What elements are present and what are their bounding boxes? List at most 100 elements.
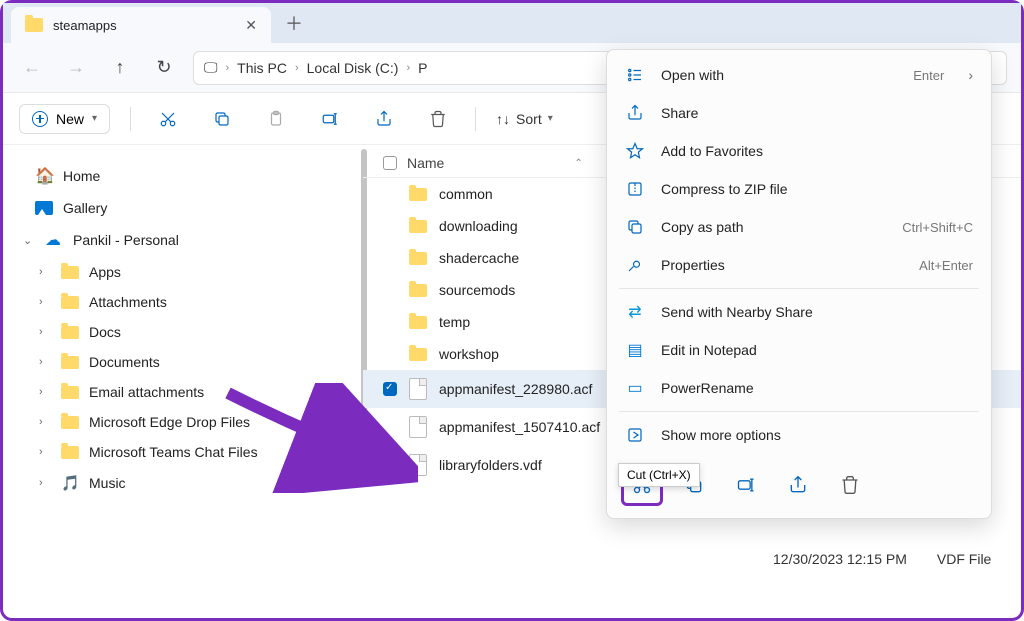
chevron-right-icon: › — [226, 62, 230, 74]
ctx-shortcut: Ctrl+Shift+C — [902, 220, 973, 235]
sidebar-item-apps[interactable]: › Apps — [11, 257, 355, 287]
sidebar-item-music[interactable]: ›🎵Music — [11, 467, 355, 499]
cut-button[interactable] — [151, 102, 185, 136]
chevron-right-icon[interactable]: › — [39, 296, 51, 308]
file-icon — [409, 378, 427, 400]
ctx-open-with[interactable]: Open with Enter › — [607, 56, 991, 94]
sidebar-item-label: Apps — [89, 264, 121, 280]
file-name: appmanifest_228980.acf — [439, 381, 592, 397]
copy-button[interactable] — [205, 102, 239, 136]
sort-button[interactable]: ↑↓ Sort ▾ — [496, 111, 553, 127]
sidebar-item-onedrive[interactable]: ⌄ ☁ Pankil - Personal — [11, 223, 355, 257]
home-icon: 🏠 — [35, 166, 53, 186]
separator — [475, 107, 476, 131]
file-icon — [409, 454, 427, 476]
folder-icon — [61, 356, 79, 369]
checkbox[interactable] — [383, 382, 397, 396]
ctx-label: Send with Nearby Share — [661, 304, 973, 320]
new-tab-button[interactable]: ＋ — [285, 10, 303, 36]
ctx-powerrename[interactable]: ▭ PowerRename — [607, 369, 991, 407]
sidebar-item-label: Music — [89, 475, 126, 491]
ctx-zip[interactable]: Compress to ZIP file — [607, 170, 991, 208]
ctx-label: Show more options — [661, 427, 973, 443]
file-type: VDF File — [937, 551, 991, 567]
sidebar-item-home[interactable]: 🏠 Home — [11, 159, 355, 193]
chevron-right-icon[interactable]: › — [39, 416, 51, 428]
sidebar-item-label: Microsoft Edge Drop Files — [89, 414, 250, 430]
delete-button[interactable] — [421, 102, 455, 136]
file-name: common — [439, 186, 493, 202]
sidebar-item-documents[interactable]: ›Documents — [11, 347, 355, 377]
folder-icon — [61, 296, 79, 309]
ctx-nearby-share[interactable]: ⇄ Send with Nearby Share — [607, 293, 991, 331]
folder-icon — [409, 348, 427, 361]
file-name: downloading — [439, 218, 518, 234]
chevron-right-icon[interactable]: › — [39, 386, 51, 398]
breadcrumb[interactable]: P — [418, 60, 427, 76]
sidebar-item-edgedrop[interactable]: › Microsoft Edge Drop Files — [11, 407, 355, 437]
plus-icon — [32, 111, 48, 127]
select-all-checkbox[interactable] — [383, 156, 397, 170]
chevron-right-icon[interactable]: › — [39, 356, 51, 368]
ctx-copy-path[interactable]: Copy as path Ctrl+Shift+C — [607, 208, 991, 246]
share-button[interactable] — [367, 102, 401, 136]
breadcrumb[interactable]: This PC — [237, 60, 287, 76]
zip-icon — [625, 179, 645, 199]
file-icon — [409, 416, 427, 438]
ctx-delete-button[interactable] — [829, 464, 871, 506]
refresh-button[interactable]: ↻ — [149, 53, 179, 83]
ctx-more-options[interactable]: Show more options — [607, 416, 991, 454]
close-icon[interactable]: ✕ — [245, 17, 257, 34]
chevron-right-icon[interactable]: › — [39, 326, 51, 338]
star-icon — [625, 141, 645, 161]
nearby-icon: ⇄ — [625, 302, 645, 322]
file-name: sourcemods — [439, 282, 515, 298]
chevron-right-icon[interactable]: › — [39, 446, 51, 458]
paste-button[interactable] — [259, 102, 293, 136]
rename-button[interactable] — [313, 102, 347, 136]
file-details: 12/30/2023 12:15 PM VDF File — [773, 551, 991, 567]
separator — [619, 288, 979, 289]
share-icon — [625, 103, 645, 123]
breadcrumb[interactable]: Local Disk (C:) — [307, 60, 399, 76]
sidebar-item-teams[interactable]: ›Microsoft Teams Chat Files — [11, 437, 355, 467]
back-button[interactable]: ← — [17, 53, 47, 83]
sidebar-item-label: Home — [63, 168, 100, 184]
ctx-share-button[interactable] — [777, 464, 819, 506]
powerrename-icon: ▭ — [625, 378, 645, 398]
chevron-right-icon: › — [295, 62, 299, 74]
up-button[interactable]: ↑ — [105, 53, 135, 83]
ctx-shortcut: Enter — [913, 68, 944, 83]
ctx-favorites[interactable]: Add to Favorites — [607, 132, 991, 170]
ctx-label: Add to Favorites — [661, 143, 973, 159]
chevron-right-icon[interactable]: › — [39, 266, 51, 278]
chevron-down-icon[interactable]: ⌄ — [23, 234, 35, 247]
ctx-properties[interactable]: Properties Alt+Enter — [607, 246, 991, 284]
forward-button[interactable]: → — [61, 53, 91, 83]
chevron-down-icon: ▾ — [92, 113, 97, 124]
new-button[interactable]: New ▾ — [19, 104, 110, 134]
chevron-right-icon: › — [406, 62, 410, 74]
ctx-share[interactable]: Share — [607, 94, 991, 132]
sort-icon: ↑↓ — [496, 111, 510, 127]
tab-strip: steamapps ✕ ＋ — [3, 3, 1021, 43]
folder-icon — [409, 252, 427, 265]
properties-icon — [625, 255, 645, 275]
sidebar-item-label: Email attachments — [89, 384, 204, 400]
chevron-right-icon[interactable]: › — [39, 477, 51, 489]
ctx-label: Edit in Notepad — [661, 342, 973, 358]
tab-steamapps[interactable]: steamapps ✕ — [11, 7, 271, 43]
file-name: workshop — [439, 346, 499, 362]
sidebar-item-email[interactable]: › Email attachments — [11, 377, 355, 407]
sidebar-item-attachments[interactable]: ›Attachments — [11, 287, 355, 317]
ctx-notepad[interactable]: ▤ Edit in Notepad — [607, 331, 991, 369]
column-name[interactable]: Name — [407, 155, 444, 171]
file-name: temp — [439, 314, 470, 330]
sidebar-item-gallery[interactable]: Gallery — [11, 193, 355, 223]
monitor-icon: 🖵 — [204, 59, 218, 76]
ctx-rename-button[interactable] — [725, 464, 767, 506]
chevron-down-icon: ▾ — [548, 113, 553, 124]
folder-icon — [61, 326, 79, 339]
sidebar-item-docs[interactable]: ›Docs — [11, 317, 355, 347]
sort-label: Sort — [516, 111, 542, 127]
